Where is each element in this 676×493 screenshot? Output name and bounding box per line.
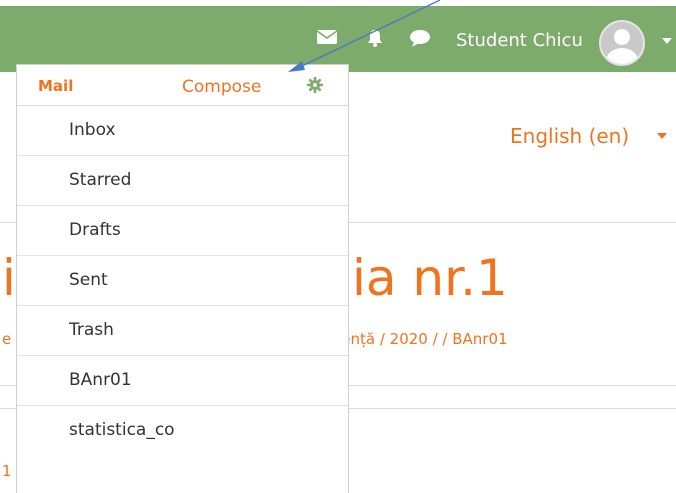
avatar[interactable] — [599, 20, 645, 66]
mail-folder-label: Trash — [69, 320, 114, 340]
mail-folder-label: statistica_co — [69, 420, 175, 440]
envelope-icon[interactable] — [316, 28, 338, 52]
mail-title: Mail — [38, 77, 74, 95]
mail-folder-trash[interactable]: Trash — [17, 306, 348, 356]
avatar-body — [606, 48, 638, 64]
user-name[interactable]: Student Chicu — [456, 30, 583, 52]
mail-folder-label: Starred — [69, 170, 132, 190]
mail-folder-label: Inbox — [69, 120, 116, 140]
bell-icon[interactable] — [365, 28, 385, 54]
top-navbar: Student Chicu — [0, 6, 676, 72]
content-fragment: 1 — [2, 462, 12, 480]
mail-folder-inbox[interactable]: Inbox — [17, 106, 348, 156]
mail-folder-label: Drafts — [69, 220, 121, 240]
mail-dropdown-header: Mail Compose — [17, 65, 348, 106]
breadcrumb-fragment[interactable]: e — [2, 330, 11, 348]
chat-icon[interactable] — [409, 28, 431, 54]
page-title: ia nr.1 — [352, 249, 508, 307]
mail-dropdown: Mail Compose Inbox Starred Drafts Sent T… — [16, 64, 349, 493]
mail-folder-label: BAnr01 — [69, 370, 132, 390]
gear-icon[interactable] — [307, 77, 323, 97]
language-selector[interactable]: English (en) — [510, 124, 629, 148]
user-menu-caret-icon[interactable] — [662, 38, 672, 44]
avatar-head — [614, 29, 630, 45]
language-caret-icon[interactable] — [657, 133, 667, 139]
mail-folder-label: Sent — [69, 270, 108, 290]
page-title-fragment: i — [2, 249, 16, 307]
mail-folder-sent[interactable]: Sent — [17, 256, 348, 306]
compose-link[interactable]: Compose — [182, 77, 261, 97]
breadcrumb[interactable]: cență / 2020 / / BAnr01 — [333, 330, 508, 348]
mail-label-statistica[interactable]: statistica_co — [17, 406, 348, 456]
mail-folder-starred[interactable]: Starred — [17, 156, 348, 206]
page: Student Chicu English (en) i ia nr.1 e c… — [0, 0, 676, 493]
mail-label-banr01[interactable]: BAnr01 — [17, 356, 348, 406]
mail-folder-drafts[interactable]: Drafts — [17, 206, 348, 256]
